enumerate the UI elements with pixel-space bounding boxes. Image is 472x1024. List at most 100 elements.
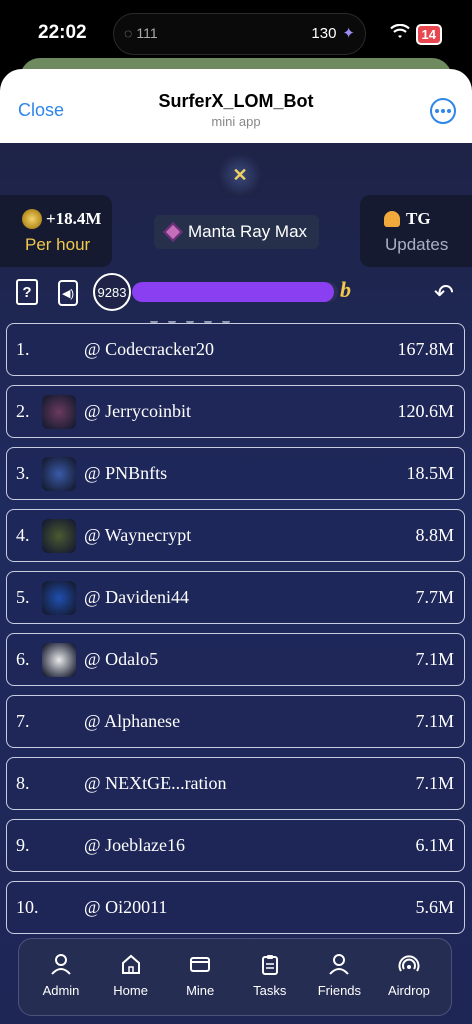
- leaderboard-list: 1. @ Codecracker20 167.8M 2. @ Jerrycoinbit 1…: [0, 321, 472, 941]
- per-hour-label: Per hour: [25, 235, 91, 254]
- row-rank: 3.: [16, 463, 30, 483]
- row-username: @ Codecracker20: [84, 339, 215, 359]
- row-rank: 10.: [16, 897, 39, 917]
- row-score: 7.1M: [415, 711, 454, 731]
- row-score: 120.6M: [397, 401, 454, 421]
- help-book-icon[interactable]: ?: [16, 279, 38, 305]
- league-gem-icon: [163, 222, 183, 242]
- page-subtitle: mini app: [211, 114, 261, 129]
- leaderboard-row[interactable]: 10. @ Oi20011 5.6M: [6, 881, 465, 934]
- row-rank: 4.: [16, 525, 30, 545]
- row-rank: 5.: [16, 587, 30, 607]
- leaderboard-row[interactable]: 9. @ Joeblaze16 6.1M: [6, 819, 465, 872]
- row-username: @ Davideni44: [84, 587, 190, 607]
- nav-item-mine[interactable]: Mine: [166, 939, 234, 1015]
- airdrop-icon: [398, 953, 420, 975]
- nav-item-home[interactable]: Home: [97, 939, 165, 1015]
- row-score: 5.6M: [415, 897, 454, 917]
- per-hour-card: +18.4M Per hour: [0, 195, 112, 267]
- row-rank: 6.: [16, 649, 30, 669]
- wifi-icon: [389, 23, 410, 45]
- main-content: ✕ +18.4M Per hour Manta Ray Max TG Updat…: [0, 143, 472, 1024]
- avatar: [42, 581, 76, 615]
- more-options-button[interactable]: [430, 98, 456, 124]
- nav-item-friends[interactable]: Friends: [305, 939, 373, 1015]
- nav-item-tasks[interactable]: Tasks: [236, 939, 304, 1015]
- leaderboard-row[interactable]: 5. @ Davideni44 7.7M: [6, 571, 465, 624]
- bell-icon: [384, 211, 400, 227]
- avatar: [42, 457, 76, 491]
- dot-icon: [435, 109, 439, 113]
- tg-sub-label: Updates: [385, 235, 449, 254]
- row-rank: 9.: [16, 835, 30, 855]
- island-right: 130 ✦: [311, 24, 355, 43]
- level-badge: 9283: [93, 273, 131, 311]
- leaderboard-row[interactable]: 6. @ Odalo5 7.1M: [6, 633, 465, 686]
- league-badge[interactable]: Manta Ray Max: [154, 215, 320, 249]
- nav-label: Friends: [317, 983, 362, 998]
- row-username: @ Jerrycoinbit: [84, 401, 192, 421]
- clipboard-icon: [259, 953, 281, 975]
- island-left-value: 111: [136, 25, 158, 41]
- progress-fill: [132, 282, 334, 302]
- tg-updates-button[interactable]: TG Updates: [360, 195, 472, 267]
- dot-icon: [447, 109, 451, 113]
- home-icon: [120, 953, 142, 975]
- toolbar: ? ◀) 9283 b ↶: [0, 273, 472, 313]
- row-username: @ Alphanese: [84, 711, 181, 731]
- bonus-b-icon: b: [340, 277, 351, 302]
- row-username: @ PNBnfts: [84, 463, 168, 483]
- leaderboard-row[interactable]: 1. @ Codecracker20 167.8M: [6, 323, 465, 376]
- status-time: 22:02: [38, 22, 87, 43]
- card-icon: [189, 953, 211, 975]
- nav-label: Tasks: [253, 983, 287, 998]
- row-rank: 8.: [16, 773, 30, 793]
- sound-icon[interactable]: ◀): [58, 280, 78, 306]
- row-username: @ Oi20011: [84, 897, 168, 917]
- page-title: SurferX_LOM_Bot: [158, 91, 314, 111]
- row-score: 7.7M: [415, 587, 454, 607]
- status-right: 14: [389, 23, 442, 45]
- leaderboard-row[interactable]: 8. @ NEXtGE...ration 7.1M: [6, 757, 465, 810]
- activity-icon: ◌: [124, 25, 133, 41]
- leaderboard-row[interactable]: 7. @ Alphanese 7.1M: [6, 695, 465, 748]
- app-header: Close SurferX_LOM_Bot mini app: [0, 69, 472, 143]
- row-score: 6.1M: [415, 835, 454, 855]
- leaderboard-row[interactable]: 2. @ Jerrycoinbit 120.6M: [6, 385, 465, 438]
- row-rank: 1.: [16, 339, 30, 359]
- row-rank: 2.: [16, 401, 30, 421]
- row-username: @ NEXtGE...ration: [84, 773, 227, 793]
- bottom-nav: Admin Home Mine Tasks Friends Airdrop: [18, 938, 452, 1016]
- per-hour-value-row: +18.4M: [22, 209, 101, 229]
- leaderboard-row[interactable]: 3. @ PNBnfts 18.5M: [6, 447, 465, 500]
- status-bar: 22:02 ◌ 111 130 ✦ 14: [0, 0, 472, 62]
- island-right-value: 130: [311, 24, 337, 42]
- nav-label: Admin: [42, 983, 80, 998]
- row-score: 7.1M: [415, 649, 454, 669]
- nav-label: Airdrop: [388, 983, 430, 998]
- tg-label-row: TG: [384, 209, 431, 229]
- back-arrow-icon[interactable]: ↶: [434, 279, 454, 308]
- row-rank: 7.: [16, 711, 30, 731]
- row-score: 7.1M: [415, 773, 454, 793]
- avatar: [42, 395, 76, 429]
- user-icon: [50, 953, 72, 975]
- app-logo-icon: ✕: [218, 153, 262, 197]
- dynamic-island: ◌ 111 130 ✦: [113, 13, 366, 55]
- nav-item-admin[interactable]: Admin: [27, 939, 95, 1015]
- progress-bar: [132, 282, 338, 302]
- row-username: @ Odalo5: [84, 649, 159, 669]
- tg-label: TG: [406, 209, 431, 228]
- island-left: ◌ 111: [124, 25, 158, 41]
- avatar: [42, 643, 76, 677]
- row-score: 18.5M: [406, 463, 454, 483]
- dot-icon: [441, 109, 445, 113]
- battery-icon: 14: [415, 24, 442, 45]
- row-score: 167.8M: [397, 339, 454, 359]
- row-username: @ Joeblaze16: [84, 835, 186, 855]
- nav-label: Home: [113, 983, 148, 998]
- leaderboard-row[interactable]: 4. @ Waynecrypt 8.8M: [6, 509, 465, 562]
- nav-label: Mine: [186, 983, 215, 998]
- team-logo-icon: ✦: [342, 25, 355, 42]
- nav-item-airdrop[interactable]: Airdrop: [375, 939, 443, 1015]
